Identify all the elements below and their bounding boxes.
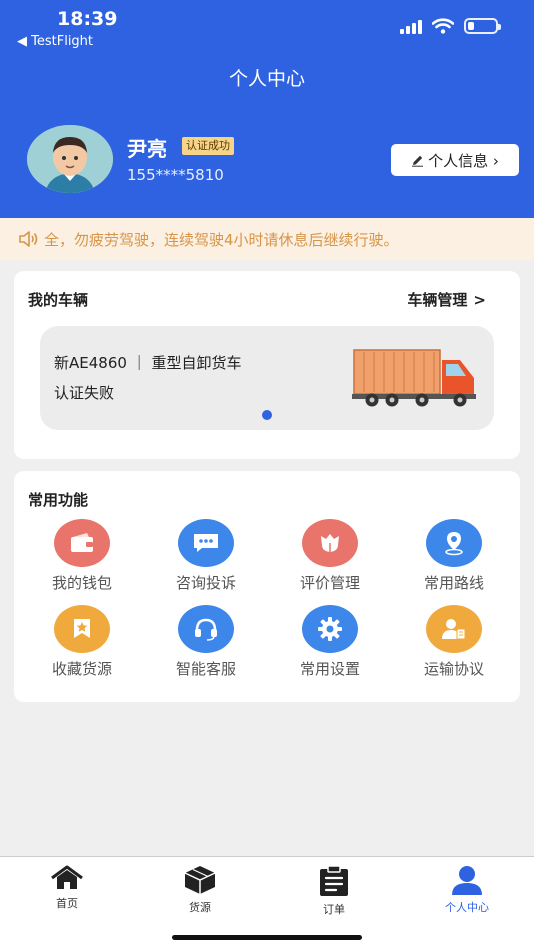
home-icon (51, 865, 83, 889)
profile-info-button[interactable]: 个人信息 › (391, 144, 519, 176)
tab-label: 个人中心 (445, 901, 489, 914)
chevron-right-icon: > (473, 290, 486, 309)
user-name: 尹亮 (127, 137, 167, 161)
func-label: 运输协议 (423, 660, 484, 678)
header: 18:39 ◀ TestFlight 个人中心 尹亮 认证成功 155****5… (0, 0, 534, 218)
func-wallet[interactable]: 我的钱包 (34, 519, 130, 593)
common-functions-card: 常用功能 我的钱包 咨询投诉 评价管理 常用路线 收藏货源 智能客服 常用设置 … (14, 471, 520, 702)
func-review-management[interactable]: 评价管理 (282, 519, 378, 593)
tab-personal-center[interactable]: 个人中心 (419, 865, 515, 915)
status-bar: 18:39 ◀ TestFlight (0, 0, 534, 54)
func-label: 常用设置 (299, 660, 360, 678)
clipboard-icon (320, 865, 348, 896)
truck-icon (352, 349, 476, 407)
wifi-icon (432, 18, 454, 34)
speaker-icon (18, 230, 40, 248)
func-common-settings[interactable]: 常用设置 (282, 605, 378, 679)
notice-text: 全，勿疲劳驾驶，连续驾驶4小时请休息后继续行驶。 (44, 230, 399, 249)
signal-icon (400, 18, 422, 34)
vehicle-management-label: 车辆管理 (407, 291, 468, 309)
page-title: 个人中心 (228, 68, 305, 90)
battery-level (468, 22, 474, 30)
safety-notice-bar: 全，勿疲劳驾驶，连续驾驶4小时请休息后继续行驶。 (0, 218, 534, 260)
box-icon (184, 866, 216, 894)
status-icons (400, 18, 501, 34)
tab-orders[interactable]: 订单 (286, 865, 382, 917)
chat-icon (178, 519, 234, 567)
vehicle-management-link[interactable]: 车辆管理 > (407, 289, 486, 310)
back-to-testflight[interactable]: ◀ TestFlight (17, 34, 93, 49)
location-pin-icon (426, 519, 482, 567)
common-functions-title: 常用功能 (28, 491, 89, 509)
tab-label: 货源 (189, 901, 211, 914)
edit-pencil-icon (412, 155, 424, 167)
tab-home[interactable]: 首页 (19, 865, 115, 911)
func-label: 收藏货源 (51, 660, 112, 678)
flower-icon (302, 519, 358, 567)
my-vehicles-title: 我的车辆 (28, 291, 89, 309)
star-bookmark-icon (54, 605, 110, 653)
user-phone: 155****5810 (127, 166, 224, 184)
func-label: 评价管理 (299, 574, 360, 592)
func-label: 咨询投诉 (175, 574, 236, 592)
battery-icon (464, 18, 501, 34)
vehicle-status: 认证失败 (54, 384, 115, 402)
wallet-icon (54, 519, 110, 567)
person-icon (452, 866, 482, 895)
func-transport-agreement[interactable]: 运输协议 (406, 605, 502, 679)
func-label: 我的钱包 (51, 574, 112, 592)
func-consult-complaint[interactable]: 咨询投诉 (158, 519, 254, 593)
verification-badge: 认证成功 (182, 137, 234, 155)
tab-label: 首页 (56, 897, 78, 910)
func-label: 常用路线 (423, 574, 484, 592)
gear-icon (302, 605, 358, 653)
status-time: 18:39 (57, 8, 118, 30)
func-saved-cargo[interactable]: 收藏货源 (34, 605, 130, 679)
avatar-illustration (27, 125, 113, 193)
user-document-icon (426, 605, 482, 653)
tab-label: 订单 (323, 903, 345, 916)
carousel-indicator (262, 410, 272, 420)
my-vehicles-card: 我的车辆 车辆管理 > 新AE4860 ｜ 重型自卸货车 认证失败 (14, 271, 520, 459)
tab-cargo-source[interactable]: 货源 (152, 865, 248, 915)
home-indicator[interactable] (172, 935, 362, 940)
func-common-routes[interactable]: 常用路线 (406, 519, 502, 593)
profile-info-label: 个人信息 › (428, 151, 499, 170)
vehicle-plate: 新AE4860 ｜ 重型自卸货车 (54, 354, 242, 372)
func-smart-service[interactable]: 智能客服 (158, 605, 254, 679)
func-label: 智能客服 (175, 660, 236, 678)
avatar[interactable] (27, 125, 113, 193)
headset-icon (178, 605, 234, 653)
